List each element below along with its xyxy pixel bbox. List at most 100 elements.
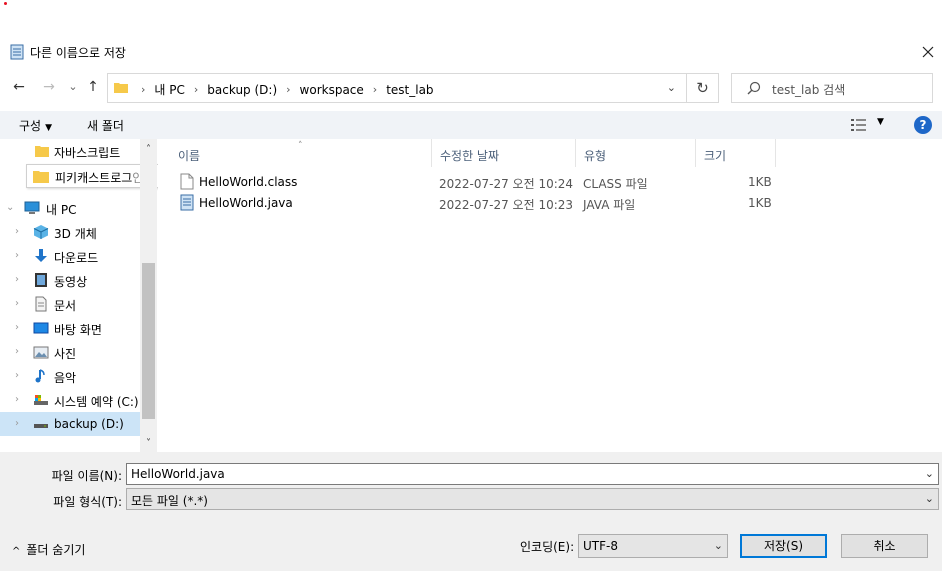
filename-field[interactable]: HelloWorld.java ⌄ xyxy=(126,463,939,485)
file-row[interactable]: HelloWorld.class 2022-07-27 오전 10:24 CLA… xyxy=(174,172,784,192)
scroll-up-icon[interactable]: ˄ xyxy=(140,141,157,158)
column-label: 이름 xyxy=(178,149,201,163)
indicator-dot xyxy=(4,2,7,5)
address-bar[interactable]: › 내 PC › backup (D:) › workspace › test_… xyxy=(107,73,687,103)
chevron-right-icon[interactable]: › xyxy=(15,322,19,333)
command-toolbar: 구성 ▼ 새 폴더 ▼ ? xyxy=(0,111,942,139)
sidebar-item-label: 문서 xyxy=(54,299,77,313)
view-options-button[interactable]: ▼ xyxy=(851,117,887,133)
breadcrumb-backup-drive[interactable]: backup (D:) xyxy=(207,83,277,97)
title-bar: 다른 이름으로 저장 xyxy=(0,40,942,64)
download-icon xyxy=(35,249,47,262)
sidebar-item-label: 자바스크립트 xyxy=(54,146,121,160)
save-button[interactable]: 저장(S) xyxy=(740,534,827,558)
file-type: CLASS 파일 xyxy=(583,177,648,191)
file-row[interactable]: HelloWorld.java 2022-07-27 오전 10:23 JAVA… xyxy=(174,193,784,213)
chevron-right-icon[interactable]: › xyxy=(15,298,19,309)
details-view-icon xyxy=(851,119,866,131)
sidebar-item-desktop[interactable]: › 바탕 화면 xyxy=(0,316,140,340)
save-options-panel: 파일 이름(N): HelloWorld.java ⌄ 파일 형식(T): 모든… xyxy=(0,452,942,571)
drive-icon xyxy=(34,424,48,428)
tooltip-text: 피키캐스트로그 xyxy=(55,171,133,185)
back-button[interactable]: ← xyxy=(10,78,28,96)
file-date: 2022-07-27 오전 10:24 xyxy=(439,177,574,191)
chevron-down-icon[interactable]: ⌄ xyxy=(925,467,934,480)
document-icon xyxy=(35,296,47,312)
search-input[interactable]: test_lab 검색 xyxy=(731,73,933,103)
breadcrumb-workspace[interactable]: workspace xyxy=(300,83,364,97)
breadcrumb-separator: › xyxy=(141,83,146,96)
sidebar-item-label: 동영상 xyxy=(54,275,88,289)
refresh-button[interactable]: ↻ xyxy=(687,73,719,103)
chevron-right-icon[interactable]: › xyxy=(15,370,19,381)
recent-locations-button[interactable]: ⌄ xyxy=(64,78,82,96)
organize-button[interactable]: 구성 ▼ xyxy=(19,117,52,134)
breadcrumb: › 내 PC › backup (D:) › workspace › test_… xyxy=(132,81,434,98)
chevron-right-icon[interactable]: › xyxy=(15,346,19,357)
sidebar-item-label: 사진 xyxy=(54,347,77,361)
chevron-right-icon[interactable]: › xyxy=(15,394,19,405)
up-button[interactable]: ↑ xyxy=(84,78,102,96)
picture-icon xyxy=(33,346,49,359)
address-row: ← → ⌄ ↑ › 내 PC › backup (D:) › workspace… xyxy=(0,72,942,104)
filetype-value: 모든 파일 (*.*) xyxy=(131,494,208,508)
sidebar-item-pictures[interactable]: › 사진 xyxy=(0,340,140,364)
cancel-button[interactable]: 취소 xyxy=(841,534,928,558)
drive-icon xyxy=(34,395,48,405)
sidebar-item-label: backup (D:) xyxy=(54,417,124,431)
chevron-right-icon[interactable]: › xyxy=(15,226,19,237)
sidebar-item-videos[interactable]: › 동영상 xyxy=(0,268,140,292)
sidebar-item-documents[interactable]: › 문서 xyxy=(0,292,140,316)
sidebar-item-label: 3D 개체 xyxy=(54,227,97,241)
hide-folders-button[interactable]: ^ 폴더 숨기기 xyxy=(12,541,85,558)
sort-ascending-icon: ˄ xyxy=(298,141,303,151)
chevron-right-icon[interactable]: › xyxy=(15,250,19,261)
help-icon[interactable]: ? xyxy=(914,116,932,134)
sidebar-item-backup-drive[interactable]: › backup (D:) xyxy=(0,412,140,436)
column-header-date[interactable]: 수정한 날짜 xyxy=(432,139,576,167)
file-type: JAVA 파일 xyxy=(583,198,636,212)
cube-icon xyxy=(33,225,49,239)
scroll-down-icon[interactable]: ˅ xyxy=(140,435,157,452)
hide-folders-label: 폴더 숨기기 xyxy=(26,543,86,557)
chevron-right-icon[interactable]: › xyxy=(15,274,19,285)
column-header-size[interactable]: 크기 xyxy=(696,139,776,167)
chevron-down-icon: ⌄ xyxy=(713,539,723,552)
sidebar-item-system-drive[interactable]: › 시스템 예약 (C:) xyxy=(0,388,140,412)
filename-label: 파일 이름(N): xyxy=(51,469,122,483)
sidebar-scrollbar[interactable]: ˄ ˅ xyxy=(140,139,157,452)
breadcrumb-test-lab[interactable]: test_lab xyxy=(386,83,433,97)
sidebar-item-javascript[interactable]: 자바스크립트 xyxy=(0,139,140,163)
encoding-select[interactable]: UTF-8 ⌄ xyxy=(578,534,728,558)
close-icon[interactable] xyxy=(918,42,938,62)
column-header-name[interactable]: 이름 ˄ xyxy=(170,139,432,167)
desktop-icon xyxy=(33,322,49,334)
filetype-select[interactable]: 모든 파일 (*.*) ⌄ xyxy=(126,488,939,510)
sidebar-item-music[interactable]: › 음악 xyxy=(0,364,140,388)
column-header-type[interactable]: 유형 xyxy=(576,139,696,167)
sidebar-item-downloads[interactable]: › 다운로드 xyxy=(0,244,140,268)
breadcrumb-this-pc[interactable]: 내 PC xyxy=(154,81,184,98)
chevron-down-icon: ▼ xyxy=(877,117,884,127)
chevron-right-icon[interactable]: › xyxy=(15,418,19,429)
file-name: HelloWorld.class xyxy=(199,175,298,189)
new-folder-button[interactable]: 새 폴더 xyxy=(87,117,124,134)
sidebar-item-label: 시스템 예약 (C:) xyxy=(54,395,139,409)
navigation-pane: 자바스크립트 피키캐스트로그인롱 ⌄ 내 PC › 3D 개체 › 다운로드 ›… xyxy=(0,139,158,452)
breadcrumb-separator: › xyxy=(193,83,199,96)
chevron-down-icon[interactable]: ⌄ xyxy=(6,202,14,213)
filename-value: HelloWorld.java xyxy=(131,467,225,481)
address-dropdown-icon[interactable]: ⌄ xyxy=(667,81,676,94)
forward-button[interactable]: → xyxy=(40,78,58,96)
sidebar-item-this-pc[interactable]: ⌄ 내 PC xyxy=(0,196,140,220)
sidebar-item-label: 바탕 화면 xyxy=(54,323,102,337)
file-size: 1KB xyxy=(748,175,772,189)
search-placeholder: test_lab 검색 xyxy=(772,83,846,97)
encoding-value: UTF-8 xyxy=(583,539,618,553)
chevron-up-icon: ^ xyxy=(12,546,21,557)
sidebar-item-label: 내 PC xyxy=(46,203,77,217)
tooltip: 피키캐스트로그인롱 xyxy=(26,164,158,188)
computer-icon xyxy=(24,201,40,214)
sidebar-item-3d-objects[interactable]: › 3D 개체 xyxy=(0,220,140,244)
scrollbar-thumb[interactable] xyxy=(142,263,155,419)
